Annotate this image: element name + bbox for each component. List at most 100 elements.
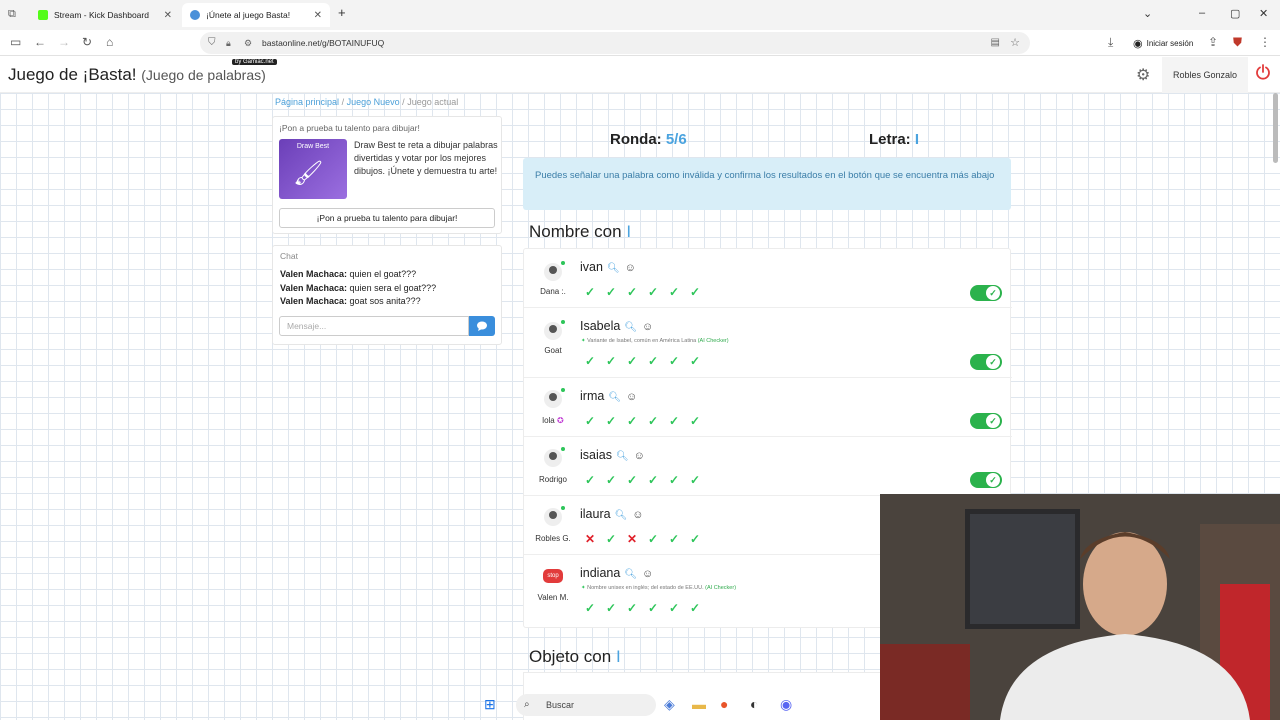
chat-message: Valen Machaca: goat sos anita??? — [280, 295, 436, 309]
permissions-icon[interactable]: ⚙︎ — [244, 32, 252, 54]
close-tab-icon[interactable]: ✕ — [314, 10, 322, 21]
gamiac-badge[interactable]: by Gamiac.net — [232, 59, 277, 65]
bookmark-star-icon[interactable]: ☆ — [1010, 32, 1020, 54]
check-icon: ✓ — [605, 473, 617, 487]
breadcrumb-new-game[interactable]: Juego Nuevo — [347, 97, 400, 107]
smiley-icon[interactable]: ☺ — [626, 391, 637, 403]
check-icon: ✓ — [605, 285, 617, 299]
firefox-icon[interactable]: ● — [720, 696, 728, 712]
power-icon[interactable] — [1254, 63, 1272, 81]
lock-icon[interactable]: 🔒︎ — [226, 32, 231, 54]
smiley-icon[interactable]: ☺ — [634, 450, 645, 462]
breadcrumb-home[interactable]: Página principal — [275, 97, 339, 107]
check-icon: ✓ — [689, 354, 701, 368]
answer-word-text: indiana — [580, 566, 621, 580]
minimize-icon[interactable]: – — [1199, 7, 1205, 19]
answer-row: Goat Isabela 🔍︎ ☺ ✦ Variante de Isabel, co… — [524, 308, 1012, 378]
site-title-main: Juego de ¡Basta! — [8, 65, 137, 84]
player-name-wrap: lola ✪ — [524, 416, 582, 425]
check-icon: ✓ — [647, 473, 659, 487]
check-icon: ✓ — [668, 414, 680, 428]
search-icon[interactable]: 🔍︎ — [624, 322, 637, 333]
sidebar-icon[interactable]: ▭ — [10, 35, 21, 49]
search-icon[interactable]: 🔍︎ — [607, 263, 620, 274]
vote-marks: ✕ ✓ ✕ ✓ ✓ ✓ — [582, 531, 703, 547]
menu-icon[interactable]: ⋮ — [1259, 35, 1271, 49]
site-title-sub: (Juego de palabras) — [141, 67, 266, 83]
chat-panel: Chat Valen Machaca: quien el goat??? Val… — [272, 245, 502, 345]
new-tab-icon[interactable]: + — [338, 5, 346, 20]
chat-title: Chat — [280, 251, 298, 261]
cross-icon: ✕ — [626, 532, 638, 546]
valid-toggle[interactable] — [970, 354, 1002, 370]
promo-button[interactable]: ¡Pon a prueba tu talento para dibujar! — [279, 208, 495, 228]
download-icon[interactable]: ⤓ — [1108, 35, 1113, 50]
reload-icon[interactable]: ↻ — [82, 35, 92, 49]
maximize-icon[interactable]: ▢ — [1230, 7, 1240, 20]
chat-message-input[interactable]: Mensaje... — [279, 316, 469, 336]
search-icon[interactable]: 🔍︎ — [624, 569, 637, 580]
reader-view-icon[interactable]: ▤ — [991, 32, 1000, 54]
account-icon: ◉ — [1133, 38, 1143, 50]
file-explorer-icon[interactable]: ▬ — [692, 696, 706, 712]
promo-title: ¡Pon a prueba tu talento para dibujar! — [279, 123, 420, 133]
tab-kick-dashboard[interactable]: Stream - Kick Dashboard ✕ — [30, 3, 180, 27]
home-icon[interactable]: ⌂ — [106, 35, 113, 49]
avatar — [544, 388, 565, 408]
answer-word-text: Isabela — [580, 319, 621, 333]
ai-note-text: Variante de Isabel, común en América Lat… — [587, 338, 697, 344]
smiley-icon[interactable]: ☺ — [632, 509, 643, 521]
chat-user: Valen Machaca: — [280, 296, 348, 306]
tab-list-icon[interactable]: ⧉ — [8, 8, 16, 21]
address-bar[interactable]: ⛉ 🔒︎ ⚙︎ bastaonline.net/g/BOTAINUFUQ ▤ ☆ — [200, 32, 1030, 54]
search-icon[interactable]: 🔍︎ — [615, 510, 628, 521]
windows-start-icon[interactable]: ⊞ — [484, 696, 496, 713]
close-tab-icon[interactable]: ✕ — [164, 10, 172, 21]
search-icon[interactable]: 🔍︎ — [616, 451, 629, 462]
webcam-overlay — [880, 494, 1280, 720]
chat-send-button[interactable] — [469, 316, 495, 336]
forward-icon[interactable]: → — [58, 35, 70, 49]
verified-badge-icon: ✪ — [556, 416, 564, 425]
signin-button[interactable]: ◉ Iniciar sesión — [1133, 37, 1193, 50]
valid-toggle[interactable] — [970, 413, 1002, 429]
chevron-down-icon[interactable]: ⌄ — [1143, 7, 1152, 20]
ai-checker-tag: (AI Checker) — [697, 338, 729, 344]
search-icon[interactable]: 🔍︎ — [608, 392, 621, 403]
letter-indicator: Letra: I — [869, 131, 919, 148]
site-title[interactable]: Juego de ¡Basta! (Juego de palabras) — [8, 65, 266, 85]
gear-icon[interactable]: ⚙ — [1136, 65, 1150, 85]
smiley-icon[interactable]: ☺ — [642, 568, 653, 580]
sparkle-icon: ✦ — [581, 338, 586, 344]
draw-best-image[interactable]: Draw Best 🖌︎ — [279, 139, 347, 199]
obs-icon[interactable]: ◐ — [750, 696, 758, 712]
taskbar-search[interactable]: ⌕ Buscar — [516, 694, 656, 716]
check-icon: ✓ — [668, 285, 680, 299]
vote-marks: ✓ ✓ ✓ ✓ ✓ ✓ — [582, 353, 703, 369]
player-name: Rodrigo — [538, 475, 567, 484]
draw-best-image-label: Draw Best — [296, 143, 330, 150]
vote-marks: ✓ ✓ ✓ ✓ ✓ ✓ — [582, 472, 703, 488]
taskbar-search-label: Buscar — [546, 700, 575, 710]
extension-shield-icon[interactable]: ⛊ — [1233, 35, 1242, 50]
chat-message: Valen Machaca: quien sera el goat??? — [280, 282, 436, 296]
smiley-icon[interactable]: ☺ — [625, 262, 636, 274]
back-icon[interactable]: ← — [34, 35, 46, 49]
extensions-icon[interactable]: ⇪ — [1208, 35, 1218, 49]
avatar — [544, 261, 565, 281]
page-scrollbar[interactable] — [1273, 93, 1278, 163]
shield-icon[interactable]: ⛉ — [208, 32, 216, 54]
promo-text: Draw Best te reta a dibujar palabras div… — [354, 140, 498, 176]
window-close-icon[interactable]: ✕ — [1259, 7, 1268, 20]
valid-toggle[interactable] — [970, 472, 1002, 488]
smiley-icon[interactable]: ☺ — [642, 321, 653, 333]
chat-text: goat sos anita??? — [347, 296, 421, 306]
valid-toggle[interactable] — [970, 285, 1002, 301]
check-icon: ✓ — [584, 473, 596, 487]
answer-word: Isabela 🔍︎ ☺ — [580, 319, 653, 333]
user-menu[interactable]: Robles Gonzalo — [1162, 57, 1248, 93]
discord-icon[interactable]: ◉ — [780, 696, 792, 713]
player-name: Dana :. — [540, 287, 566, 296]
copilot-icon[interactable]: ◈ — [664, 696, 675, 713]
tab-basta[interactable]: ¡Únete al juego Basta! ✕ — [182, 3, 330, 27]
